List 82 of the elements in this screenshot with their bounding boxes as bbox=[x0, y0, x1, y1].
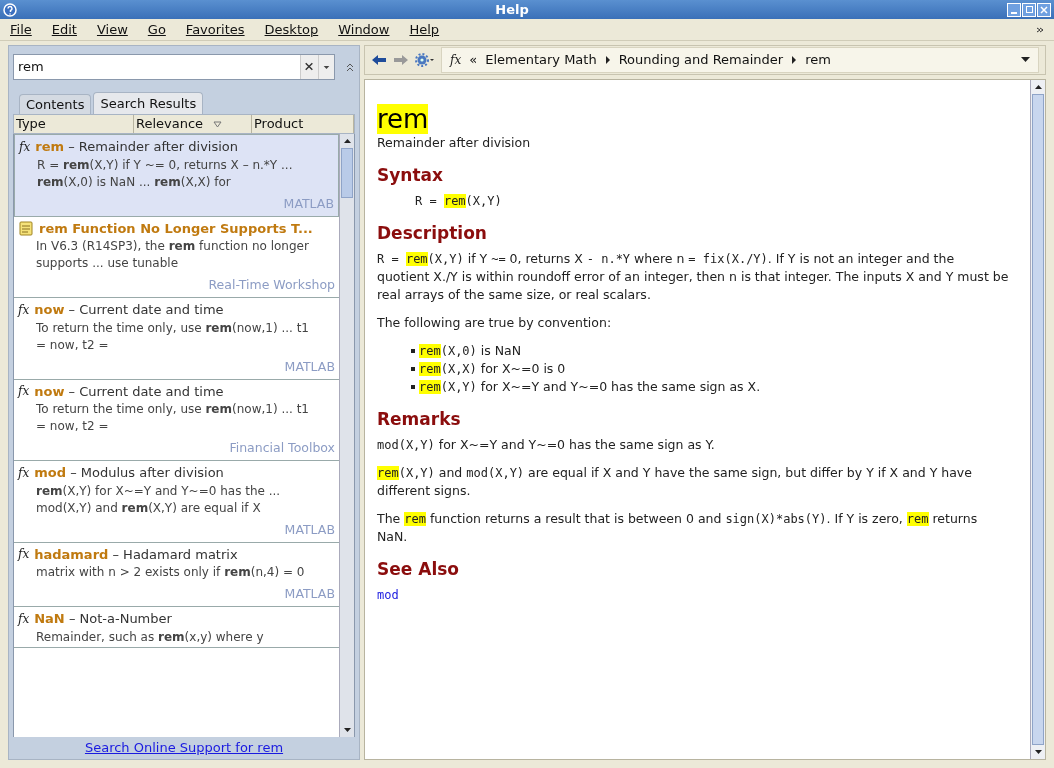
gear-icon[interactable] bbox=[415, 53, 435, 67]
product-label: Real-Time Workshop bbox=[208, 277, 335, 292]
collapse-icon[interactable] bbox=[345, 62, 355, 72]
maximize-button[interactable] bbox=[1022, 2, 1036, 17]
function-icon: fx bbox=[18, 548, 30, 561]
column-header[interactable]: Type bbox=[14, 115, 134, 133]
sort-icon[interactable] bbox=[213, 120, 223, 128]
page-title: rem bbox=[377, 104, 429, 134]
result-snippet: To return the time only, use rem(now,1) ... t1 = now, t2 = bbox=[35, 401, 310, 435]
function-icon: fx bbox=[18, 303, 30, 316]
clear-icon[interactable] bbox=[300, 55, 318, 79]
result-snippet: Remainder, such as rem(x,y) where y bbox=[35, 628, 265, 646]
result-title: now – Current date and time bbox=[34, 301, 224, 319]
section-heading: Description bbox=[377, 224, 488, 242]
bullet-icon bbox=[411, 367, 415, 371]
column-header[interactable]: Relevance bbox=[134, 115, 252, 133]
bullet-icon bbox=[411, 385, 415, 389]
result-snippet: To return the time only, use rem(now,1) ... t1 = now, t2 = bbox=[35, 319, 310, 354]
search-field[interactable]: rem bbox=[13, 54, 335, 80]
result-title: NaN – Not-a-Number bbox=[34, 610, 172, 628]
menu-item[interactable]: Window bbox=[338, 19, 390, 40]
result-title: rem – Remainder after division bbox=[35, 138, 239, 156]
result-title: mod – Modulus after division bbox=[34, 464, 224, 482]
function-icon: fx bbox=[18, 466, 30, 479]
product-label: Financial Toolbox bbox=[229, 440, 335, 455]
breadcrumb-item[interactable]: rem bbox=[805, 50, 831, 70]
section-heading: See Also bbox=[377, 560, 460, 578]
result-title: hadamard – Hadamard matrix bbox=[34, 545, 238, 564]
result-snippet: R = rem(X,Y) if Y ~= 0, returns X – n.*Y ... rem(X,0) is NaN ... rem(X,X) for bbox=[36, 156, 294, 191]
menu-item[interactable]: Favorites bbox=[185, 19, 245, 40]
column-header[interactable]: Product bbox=[252, 115, 354, 133]
separator-arrow-icon bbox=[791, 56, 798, 64]
minimize-button[interactable] bbox=[1007, 2, 1021, 17]
result-snippet: rem(X,Y) for X~=Y and Y~=0 has the ... mod(X,Y) and rem(X,Y) are equal if X bbox=[35, 482, 282, 517]
menu-item[interactable]: Desktop bbox=[264, 19, 319, 40]
section-heading: Syntax bbox=[377, 166, 444, 184]
scroll-thumb[interactable] bbox=[1032, 94, 1044, 745]
paragraph: R = rem(X,Y) if Y ~= 0, returns X - n.*Y where n = fix(X./Y). If Y is not an integer and the quotient X./Y is within roundoff error of an integer, then n is that integer. The inputs X and Y must be real arrays of the same size, or real scalars. bbox=[377, 250, 1010, 304]
scrollbar[interactable] bbox=[339, 134, 354, 737]
result-title: rem Function No Longer Supports T... bbox=[39, 219, 313, 238]
breadcrumb-item[interactable]: Elementary Math bbox=[485, 50, 597, 70]
menu-item[interactable]: Help bbox=[409, 19, 440, 40]
menu-item[interactable]: Go bbox=[147, 19, 166, 40]
dropdown-icon[interactable] bbox=[1021, 57, 1030, 63]
product-label: MATLAB bbox=[283, 195, 334, 211]
function-icon: fx bbox=[450, 54, 462, 66]
product-label: MATLAB bbox=[284, 586, 335, 601]
paragraph: The rem function returns a result that is between 0 and sign(X)*abs(Y). If Y is zero, rem returns NaN. bbox=[377, 510, 979, 546]
product-label: MATLAB bbox=[284, 521, 335, 537]
document-icon bbox=[18, 220, 34, 236]
help-icon bbox=[3, 2, 17, 17]
chevron-icon[interactable] bbox=[1036, 26, 1044, 33]
see-also-link[interactable]: mod bbox=[377, 587, 399, 602]
forward-arrow-icon[interactable] bbox=[393, 54, 409, 66]
tab[interactable]: Contents bbox=[19, 94, 92, 114]
menu-item[interactable]: File bbox=[10, 19, 32, 40]
function-icon: fx bbox=[18, 385, 30, 398]
paragraph: The following are true by convention: bbox=[377, 314, 613, 332]
syntax-line: R = rem(X,Y) bbox=[414, 193, 503, 210]
menu-item[interactable]: Edit bbox=[51, 19, 77, 40]
result-title: now – Current date and time bbox=[34, 382, 224, 401]
separator-arrow-icon bbox=[604, 56, 611, 64]
section-heading: Remarks bbox=[377, 410, 462, 428]
window-title: Help bbox=[494, 0, 530, 19]
back-arrow-icon[interactable] bbox=[371, 54, 387, 66]
result-snippet: matrix with n > 2 exists only if rem(n,4) = 0 bbox=[35, 564, 306, 581]
breadcrumb-item[interactable]: Rounding and Remainder bbox=[618, 50, 784, 70]
paragraph: mod(X,Y) for X~=Y and Y~=0 has the same sign as Y. bbox=[377, 436, 716, 454]
bullet-icon bbox=[411, 349, 415, 353]
search-result[interactable]: fx rem – Remainder after division R = rem(X,Y) if Y ~= 0, returns X – n.*Y ... rem(X,0) is NaN ... rem(X,X) for MATLAB bbox=[14, 134, 339, 217]
close-button[interactable] bbox=[1037, 2, 1051, 17]
function-icon: fx bbox=[18, 612, 30, 625]
page-subtitle: Remainder after division bbox=[377, 134, 532, 152]
function-icon: fx bbox=[19, 140, 31, 153]
scroll-thumb[interactable] bbox=[341, 148, 353, 198]
double-chevron-icon[interactable]: « bbox=[469, 50, 478, 70]
online-support-link[interactable]: Search Online Support for rem bbox=[84, 738, 284, 758]
product-label: MATLAB bbox=[284, 358, 335, 374]
menu-item[interactable]: View bbox=[96, 19, 128, 40]
result-snippet: In V6.3 (R14SP3), the rem function no longer supports ... use tunable bbox=[35, 238, 310, 272]
scrollbar[interactable] bbox=[1030, 80, 1045, 759]
tab[interactable]: Search Results bbox=[93, 92, 204, 114]
